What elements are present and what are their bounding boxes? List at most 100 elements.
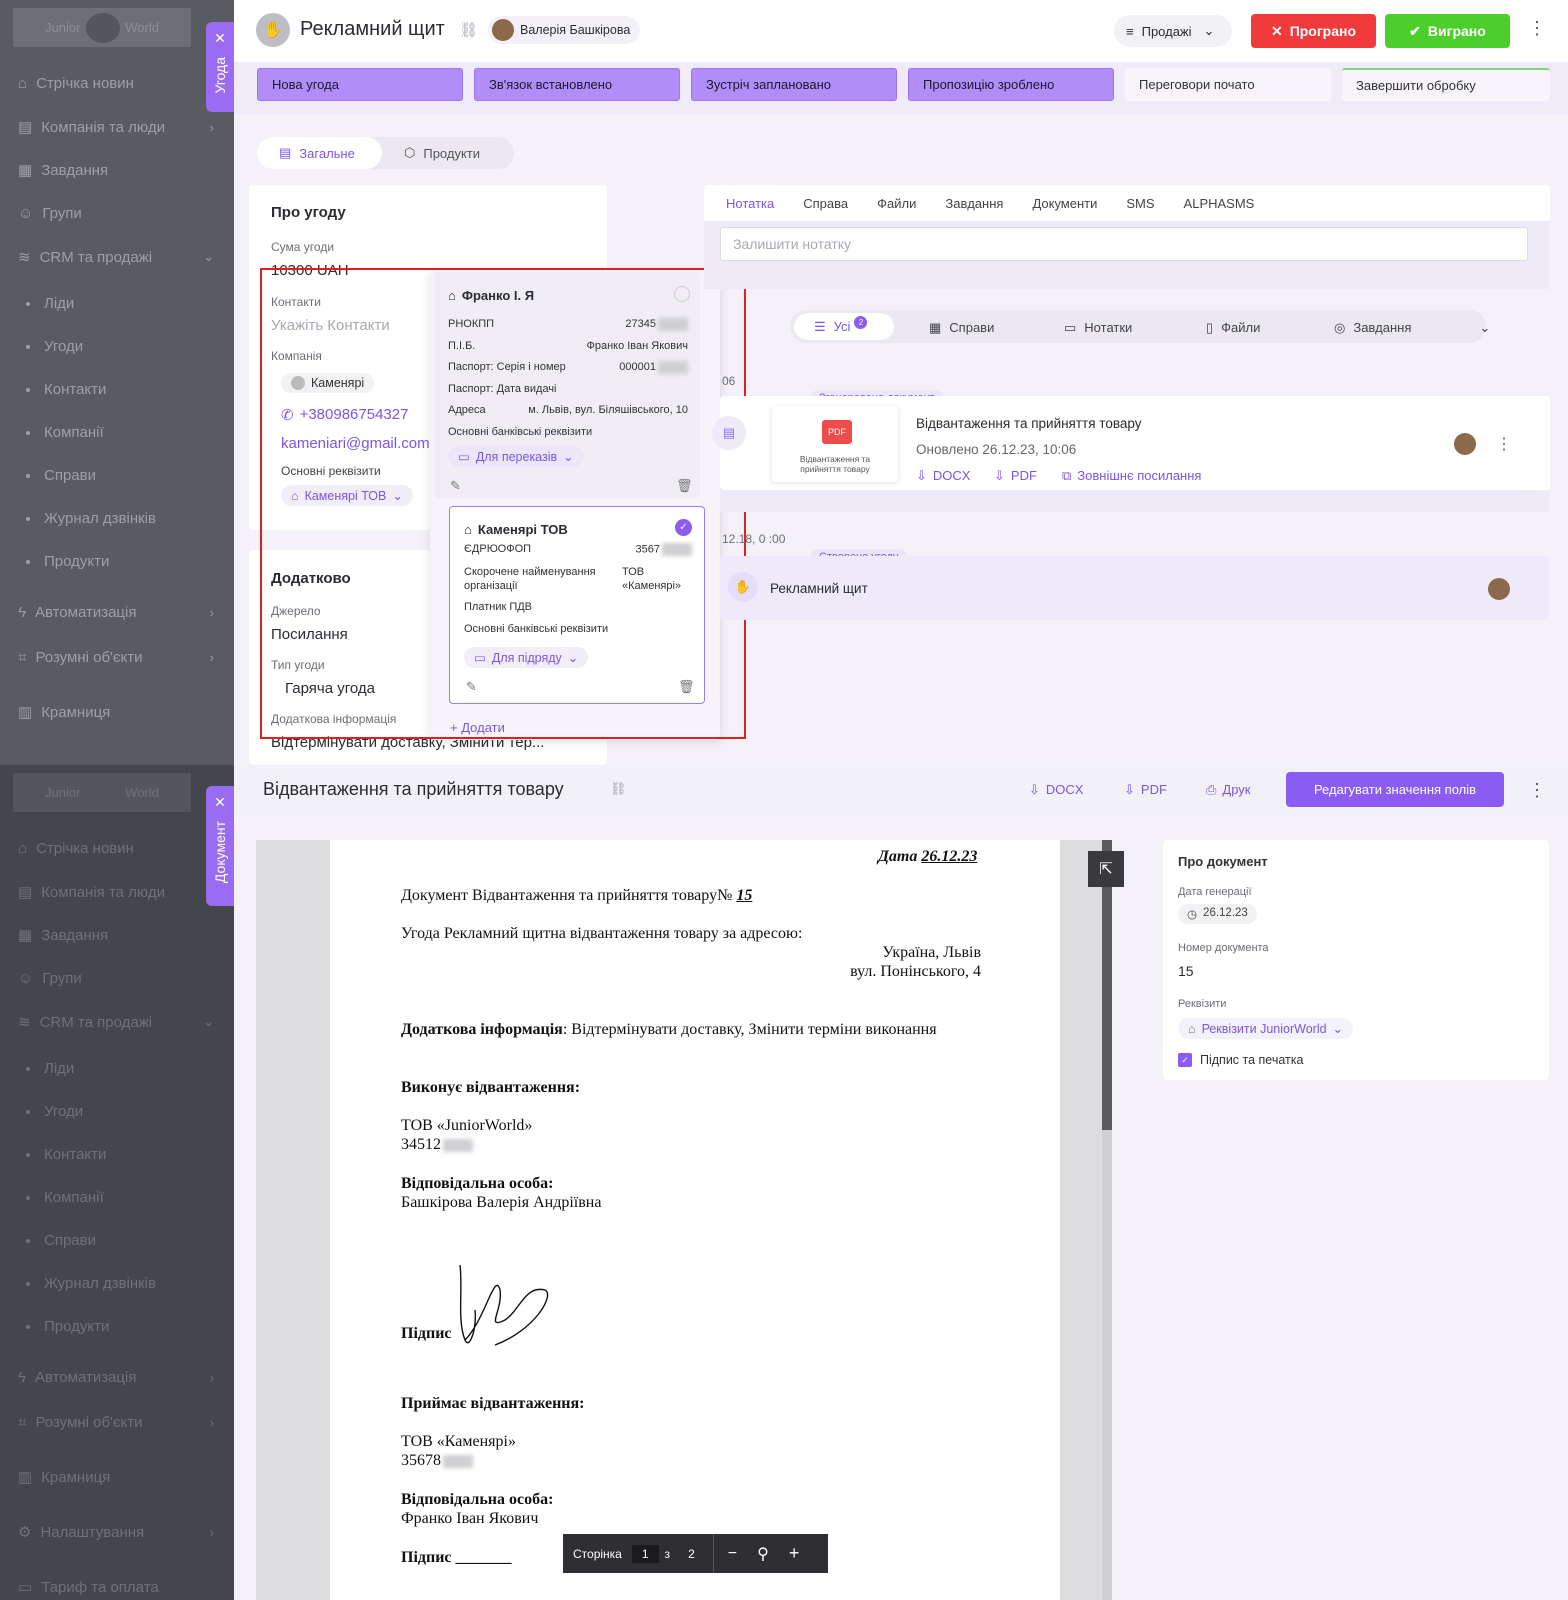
sidebar-item-smart[interactable]: ⌗ Розумні об'єкти › [18,645,218,669]
sidebar-sub-calls[interactable]: Журнал дзвінків [26,1275,156,1292]
tab-files[interactable]: Файли [877,196,916,211]
doc-event-title[interactable]: Відвантаження та прийняття товару [916,416,1141,431]
sidebar-item-automation[interactable]: ϟ Автоматизація › [18,1365,218,1389]
sidebar-item-store[interactable]: ▥ Крамниця [18,700,218,724]
sidebar-item-crm[interactable]: ≋ CRM та продажі ⌄ [18,1010,218,1034]
close-icon[interactable]: ✕ [214,794,226,811]
sidebar-sub-cases[interactable]: Справи [26,1232,96,1249]
filter-cases[interactable]: ▦ Справи [929,320,994,336]
sidebar-sub-companies[interactable]: Компанії [26,1189,104,1206]
stage-meeting[interactable]: Зустріч заплановано [691,68,897,101]
tab-note[interactable]: Нотатка [726,196,774,211]
stage-negotiation[interactable]: Переговори почато [1125,68,1331,101]
tab-general[interactable]: ▤ Загальне [257,137,382,169]
tab-alphasms[interactable]: ALPHASMS [1184,196,1255,211]
note-input[interactable]: Залишити нотатку [720,227,1528,261]
tab-sms[interactable]: SMS [1126,196,1154,211]
logo-heart-icon [85,12,120,43]
logo-left-text: Junior [45,20,81,35]
sidebar-item-tasks[interactable]: ▦ Завдання [18,923,218,947]
pdf-download[interactable]: ⇩ PDF [994,468,1037,484]
stage-contacted[interactable]: Зв'язок встановлено [474,68,680,101]
docx-button[interactable]: ⇩ DOCX [1029,782,1083,798]
sidebar-item-feed[interactable]: ⌂ Стрічка новин [18,836,218,860]
sidebar-sub-leads[interactable]: Ліди [26,295,74,312]
sidebar-sub-label: Угоди [44,1103,84,1120]
filter-notes[interactable]: ▭ Нотатки [1064,320,1132,336]
sidebar-item-groups[interactable]: ☺ Групи [18,201,218,225]
database-icon: ≋ [18,249,31,266]
more-icon[interactable]: ⋮ [1496,434,1512,454]
sidebar-sub-products[interactable]: Продукти [26,553,109,570]
pdf-button[interactable]: ⇩ PDF [1124,782,1167,798]
zoom-out-icon[interactable]: − [728,1545,737,1563]
sidebar-sub-cases[interactable]: Справи [26,467,96,484]
sidebar-sub-contacts[interactable]: Контакти [26,1146,106,1163]
users-icon: ☺ [18,204,34,222]
doc-extra-text: : Відтермінувати доставку, Змінити термі… [562,1021,937,1038]
close-icon[interactable]: ✕ [214,30,226,47]
filter-tasks[interactable]: ◎ Завдання ⌄ [1334,320,1490,336]
signature-checkbox[interactable]: ✓ Підпис та печатка [1178,1053,1303,1067]
stage-proposal[interactable]: Пропозицію зроблено [908,68,1114,101]
zoom-in-icon[interactable]: + [789,1543,800,1564]
sidebar-sub-contacts[interactable]: Контакти [26,381,106,398]
open-external-icon[interactable]: ⇱ [1088,851,1124,887]
tab-document[interactable]: ✕ Документ [206,786,234,906]
about-doc-title: Про документ [1178,854,1268,869]
doc-req-chip[interactable]: ⌂ Реквізити JuniorWorld ⌄ [1178,1018,1354,1039]
owner-chip[interactable]: Валерія Башкірова [488,16,641,44]
doc-line1: Документ Відвантаження та прийняття това… [401,887,752,905]
stage-finish[interactable]: Завершити обробку [1342,68,1550,101]
sidebar-sub-calls[interactable]: Журнал дзвінків [26,510,156,527]
lost-button[interactable]: ✕ Програно [1251,14,1376,48]
doc-number-value[interactable]: 15 [1178,963,1194,979]
sidebar-item-tasks[interactable]: ▦ Завдання [18,158,218,182]
tab-tasks[interactable]: Завдання [945,196,1003,211]
external-link[interactable]: ⧉ Зовнішнє посилання [1062,468,1201,484]
sidebar-item-label: Налаштування [40,1523,145,1541]
sidebar-item-store[interactable]: ▥ Крамниця [18,1465,218,1489]
doc-resp2-name: Франко Іван Якович [401,1510,539,1527]
sidebar-sub-leads[interactable]: Ліди [26,1060,74,1077]
sidebar-item-automation[interactable]: ϟ Автоматизація › [18,600,218,624]
sidebar-sub-companies[interactable]: Компанії [26,424,104,441]
sidebar-sub-deals[interactable]: Угоди [26,1103,83,1120]
more-icon[interactable]: ⋮ [1528,780,1546,801]
print-button[interactable]: ⎙ Друк [1206,782,1250,798]
signature-label: Підпис та печатка [1200,1053,1304,1067]
docx-download[interactable]: ⇩ DOCX [916,468,970,484]
logo[interactable]: Junior World [13,8,191,47]
link-icon[interactable]: ⛓ [459,21,478,39]
more-icon[interactable]: ⋮ [1528,18,1546,39]
deal-created-title[interactable]: Рекламний щит [770,581,868,596]
tab-documents[interactable]: Документи [1032,196,1097,211]
edit-fields-button[interactable]: Редагувати значення полів [1286,772,1504,807]
tab-case[interactable]: Справа [803,196,848,211]
sidebar-sub-label: Ліди [44,295,75,312]
sidebar-item-company[interactable]: ▤Компанія та люди› [18,880,218,904]
stage-label: Пропозицію зроблено [923,77,1055,92]
tab-products[interactable]: ⬡ Продукти [404,137,480,169]
logo[interactable]: Junior World [13,773,191,812]
zoom-search-icon[interactable]: ⚲ [757,1544,769,1564]
sidebar-item-billing[interactable]: ▭ Тариф та оплата [18,1575,218,1599]
sidebar-sub-label: Ліди [44,1060,75,1077]
filter-all[interactable]: ☰ Усі 2 [794,313,894,340]
page-input[interactable]: 1 [631,1544,659,1563]
tab-deal[interactable]: ✕ Угода [206,22,234,112]
sidebar-item-smart[interactable]: ⌗ Розумні об'єкти › [18,1410,218,1434]
sidebar-item-feed[interactable]: ⌂ Стрічка новин [18,71,218,95]
filter-files[interactable]: ▯ Файли [1206,320,1260,336]
sidebar-item-company[interactable]: ▤Компанія та люди› [18,115,218,139]
sidebar-sub-products[interactable]: Продукти [26,1318,109,1335]
sidebar-item-settings[interactable]: ⚙ Налаштування › [18,1520,218,1544]
pipeline-select[interactable]: ≡ Продажі ⌄ [1114,15,1232,47]
sidebar-item-crm[interactable]: ≋ CRM та продажі ⌄ [18,245,218,269]
sidebar-item-groups[interactable]: ☺ Групи [18,966,218,990]
link-icon[interactable]: ⛓ [610,781,627,797]
won-button[interactable]: ✔ Виграно [1385,14,1510,48]
doc-thumbnail[interactable]: PDF Відвантаження та прийняття товару [772,406,898,482]
stage-new[interactable]: Нова угода [257,68,463,101]
sidebar-sub-deals[interactable]: Угоди [26,338,83,355]
